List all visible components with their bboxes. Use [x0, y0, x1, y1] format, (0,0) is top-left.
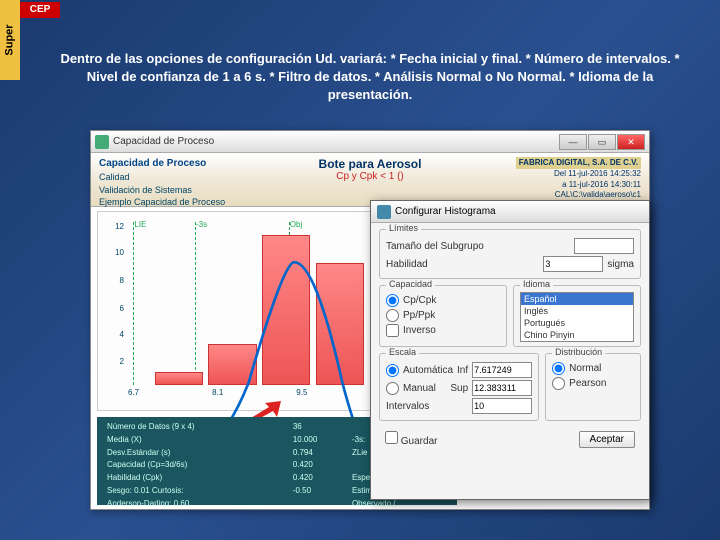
app-icon: [95, 135, 109, 149]
guardar-check[interactable]: [385, 431, 398, 444]
minimize-button[interactable]: —: [559, 134, 587, 150]
sup-input[interactable]: [472, 380, 532, 396]
ytick: 2: [120, 357, 124, 366]
auto-radio[interactable]: [386, 364, 399, 377]
window-title: Capacidad de Proceso: [113, 136, 214, 147]
factory-name: FABRICA DIGITAL, S.A. DE C.V.: [516, 157, 641, 169]
report-header: Capacidad de Proceso Calidad Validación …: [91, 153, 649, 207]
ytick: 4: [120, 330, 124, 339]
ytick: 12: [115, 222, 124, 231]
cpcpk-radio[interactable]: [386, 294, 399, 307]
slide-caption: Dentro de las opciones de configuración …: [50, 50, 690, 105]
dialog-titlebar[interactable]: Configurar Histograma: [371, 201, 649, 223]
subgrupo-label: Tamaño del Subgrupo: [386, 241, 570, 252]
ytick: 10: [115, 248, 124, 257]
group-label: Distribución: [552, 347, 605, 357]
xtick: 9.5: [296, 388, 307, 406]
date-to: a 11-jul-2016 14:30:11: [516, 180, 641, 190]
aceptar-button[interactable]: Aceptar: [579, 431, 635, 448]
date-from: Del 11-jul-2016 14:25:32: [516, 169, 641, 179]
hdr-line2: Validación de Sistemas: [99, 184, 225, 197]
habilidad-label: Habilidad: [386, 259, 539, 270]
titlebar[interactable]: Capacidad de Proceso — ▭ ✕: [91, 131, 649, 153]
cep-logo: CEP: [20, 2, 60, 18]
ytick: 8: [120, 276, 124, 285]
idioma-option[interactable]: Chino Pinyin: [521, 329, 633, 341]
subgrupo-input[interactable]: [574, 238, 634, 254]
group-idioma: Idioma Español Inglés Portugués Chino Pi…: [513, 285, 641, 347]
data-path: CAL\C:\valida\aeroso\c1: [516, 190, 641, 200]
group-label: Idioma: [520, 279, 553, 289]
idioma-option[interactable]: Portugués: [521, 317, 633, 329]
group-limites: Límites Tamaño del Subgrupo Habilidad si…: [379, 229, 641, 279]
dialog-title: Configurar Histograma: [395, 206, 496, 217]
product-name: Bote para Aerosol: [319, 157, 422, 171]
group-label: Límites: [386, 223, 421, 233]
hdr-line1: Calidad: [99, 171, 225, 184]
pearson-radio[interactable]: [552, 377, 565, 390]
normal-radio[interactable]: [552, 362, 565, 375]
manual-radio[interactable]: [386, 382, 399, 395]
group-label: Capacidad: [386, 279, 435, 289]
ppppk-radio[interactable]: [386, 309, 399, 322]
inverso-check[interactable]: [386, 324, 399, 337]
group-capacidad: Capacidad Cp/Cpk Pp/Ppk Inverso: [379, 285, 507, 347]
dialog-icon: [377, 205, 391, 219]
hdr-line3: Ejemplo Capacidad de Proceso: [99, 196, 225, 209]
intervalos-input[interactable]: [472, 398, 532, 414]
sigma-label: sigma: [607, 259, 634, 270]
xtick: 6.7: [128, 388, 139, 406]
xtick: 8.1: [212, 388, 223, 406]
group-label: Escala: [386, 347, 419, 357]
inf-input[interactable]: [472, 362, 532, 378]
group-escala: Escala Automática Inf Manual Sup Interva…: [379, 353, 539, 421]
maximize-button[interactable]: ▭: [588, 134, 616, 150]
idioma-option[interactable]: Inglés: [521, 305, 633, 317]
cpk-status: Cp y Cpk < 1 (): [319, 171, 422, 182]
idioma-option[interactable]: Español: [521, 293, 633, 305]
x-axis: 6.7 8.1 9.5 10.9: [128, 388, 396, 406]
side-tab: Super: [0, 0, 20, 80]
idioma-dropdown[interactable]: Español Inglés Portugués Chino Pinyin: [520, 292, 634, 342]
group-distribucion: Distribución Normal Pearson: [545, 353, 641, 421]
ytick: 6: [120, 304, 124, 313]
panel-title: Capacidad de Proceso: [99, 157, 225, 171]
plot-area: LIE -3s Obj LSE: [128, 222, 396, 385]
close-button[interactable]: ✕: [617, 134, 645, 150]
habilidad-input[interactable]: [543, 256, 603, 272]
y-axis: 12 10 8 6 4 2: [102, 222, 126, 385]
side-tab-label: Super: [4, 24, 16, 55]
config-dialog: Configurar Histograma Límites Tamaño del…: [370, 200, 650, 500]
histogram-chart: 12 10 8 6 4 2 LIE -3s Obj LSE 6.7 8.1 9.…: [97, 211, 407, 411]
